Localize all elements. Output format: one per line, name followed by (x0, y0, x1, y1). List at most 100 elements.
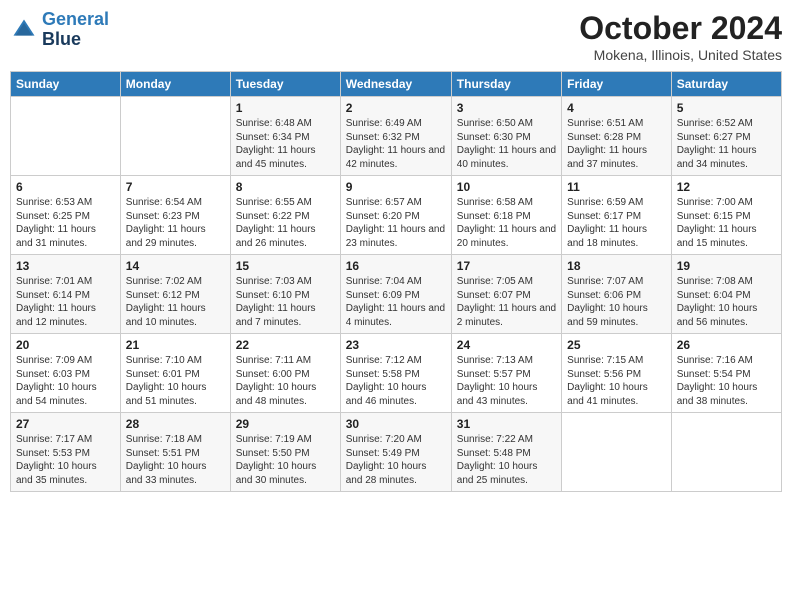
weekday-header-friday: Friday (562, 72, 672, 97)
day-detail: Sunrise: 7:11 AMSunset: 6:00 PMDaylight:… (236, 354, 335, 408)
weekday-header-sunday: Sunday (11, 72, 121, 97)
day-number: 1 (236, 101, 335, 115)
day-number: 19 (677, 259, 776, 273)
day-detail: Sunrise: 6:55 AMSunset: 6:22 PMDaylight:… (236, 196, 335, 250)
calendar-cell: 17 Sunrise: 7:05 AMSunset: 6:07 PMDayligh… (451, 255, 561, 334)
month-title: October 2024 (579, 10, 782, 47)
calendar-cell: 21 Sunrise: 7:10 AMSunset: 6:01 PMDayligh… (120, 334, 230, 413)
day-detail: Sunrise: 7:02 AMSunset: 6:12 PMDaylight:… (126, 275, 225, 329)
day-detail: Sunrise: 7:01 AMSunset: 6:14 PMDaylight:… (16, 275, 115, 329)
day-detail: Sunrise: 6:59 AMSunset: 6:17 PMDaylight:… (567, 196, 666, 250)
day-detail: Sunrise: 6:49 AMSunset: 6:32 PMDaylight:… (346, 117, 446, 171)
calendar-cell (562, 413, 672, 492)
day-detail: Sunrise: 7:00 AMSunset: 6:15 PMDaylight:… (677, 196, 776, 250)
day-number: 27 (16, 417, 115, 431)
day-detail: Sunrise: 7:05 AMSunset: 6:07 PMDaylight:… (457, 275, 556, 329)
calendar-cell: 18Sunrise: 7:07 AMSunset: 6:06 PMDayligh… (562, 255, 672, 334)
logo-text: General Blue (42, 10, 109, 50)
day-number: 14 (126, 259, 225, 273)
day-detail: Sunrise: 7:16 AMSunset: 5:54 PMDaylight:… (677, 354, 776, 408)
day-number: 21 (126, 338, 225, 352)
calendar-cell: 7 Sunrise: 6:54 AMSunset: 6:23 PMDaylight… (120, 176, 230, 255)
day-number: 2 (346, 101, 446, 115)
day-number: 31 (457, 417, 556, 431)
calendar-cell: 3 Sunrise: 6:50 AMSunset: 6:30 PMDaylight… (451, 97, 561, 176)
day-detail: Sunrise: 7:15 AMSunset: 5:56 PMDaylight:… (567, 354, 666, 408)
day-number: 13 (16, 259, 115, 273)
day-detail: Sunrise: 7:04 AMSunset: 6:09 PMDaylight:… (346, 275, 446, 329)
calendar-cell (11, 97, 121, 176)
calendar-table: SundayMondayTuesdayWednesdayThursdayFrid… (10, 71, 782, 492)
calendar-cell: 16 Sunrise: 7:04 AMSunset: 6:09 PMDayligh… (340, 255, 451, 334)
location: Mokena, Illinois, United States (579, 47, 782, 63)
day-number: 4 (567, 101, 666, 115)
day-number: 16 (346, 259, 446, 273)
day-number: 3 (457, 101, 556, 115)
weekday-header-monday: Monday (120, 72, 230, 97)
day-detail: Sunrise: 6:52 AMSunset: 6:27 PMDaylight:… (677, 117, 776, 171)
weekday-header-tuesday: Tuesday (230, 72, 340, 97)
day-number: 23 (346, 338, 446, 352)
calendar-cell: 30Sunrise: 7:20 AMSunset: 5:49 PMDayligh… (340, 413, 451, 492)
day-detail: Sunrise: 7:17 AMSunset: 5:53 PMDaylight:… (16, 433, 115, 487)
day-number: 5 (677, 101, 776, 115)
day-detail: Sunrise: 7:18 AMSunset: 5:51 PMDaylight:… (126, 433, 225, 487)
weekday-header-thursday: Thursday (451, 72, 561, 97)
day-detail: Sunrise: 7:20 AMSunset: 5:49 PMDaylight:… (346, 433, 446, 487)
day-detail: Sunrise: 7:07 AMSunset: 6:06 PMDaylight:… (567, 275, 666, 329)
calendar-cell: 5 Sunrise: 6:52 AMSunset: 6:27 PMDaylight… (671, 97, 781, 176)
calendar-cell: 6 Sunrise: 6:53 AMSunset: 6:25 PMDaylight… (11, 176, 121, 255)
day-detail: Sunrise: 7:03 AMSunset: 6:10 PMDaylight:… (236, 275, 335, 329)
day-detail: Sunrise: 7:19 AMSunset: 5:50 PMDaylight:… (236, 433, 335, 487)
calendar-cell: 31Sunrise: 7:22 AMSunset: 5:48 PMDayligh… (451, 413, 561, 492)
day-detail: Sunrise: 6:54 AMSunset: 6:23 PMDaylight:… (126, 196, 225, 250)
day-detail: Sunrise: 6:51 AMSunset: 6:28 PMDaylight:… (567, 117, 666, 171)
page-header: General Blue October 2024 Mokena, Illino… (10, 10, 782, 63)
calendar-cell: 14 Sunrise: 7:02 AMSunset: 6:12 PMDayligh… (120, 255, 230, 334)
day-number: 17 (457, 259, 556, 273)
day-detail: Sunrise: 7:08 AMSunset: 6:04 PMDaylight:… (677, 275, 776, 329)
day-number: 24 (457, 338, 556, 352)
day-number: 6 (16, 180, 115, 194)
day-detail: Sunrise: 6:48 AMSunset: 6:34 PMDaylight:… (236, 117, 335, 171)
calendar-cell: 22 Sunrise: 7:11 AMSunset: 6:00 PMDayligh… (230, 334, 340, 413)
day-detail: Sunrise: 6:50 AMSunset: 6:30 PMDaylight:… (457, 117, 556, 171)
weekday-header-saturday: Saturday (671, 72, 781, 97)
day-number: 25 (567, 338, 666, 352)
calendar-cell: 24 Sunrise: 7:13 AMSunset: 5:57 PMDayligh… (451, 334, 561, 413)
day-number: 12 (677, 180, 776, 194)
day-detail: Sunrise: 6:53 AMSunset: 6:25 PMDaylight:… (16, 196, 115, 250)
day-detail: Sunrise: 7:10 AMSunset: 6:01 PMDaylight:… (126, 354, 225, 408)
calendar-cell: 11 Sunrise: 6:59 AMSunset: 6:17 PMDayligh… (562, 176, 672, 255)
day-number: 7 (126, 180, 225, 194)
day-number: 22 (236, 338, 335, 352)
calendar-cell: 15Sunrise: 7:03 AMSunset: 6:10 PMDayligh… (230, 255, 340, 334)
calendar-cell (120, 97, 230, 176)
day-detail: Sunrise: 7:13 AMSunset: 5:57 PMDaylight:… (457, 354, 556, 408)
day-detail: Sunrise: 7:09 AMSunset: 6:03 PMDaylight:… (16, 354, 115, 408)
calendar-cell: 28Sunrise: 7:18 AMSunset: 5:51 PMDayligh… (120, 413, 230, 492)
calendar-cell: 10 Sunrise: 6:58 AMSunset: 6:18 PMDayligh… (451, 176, 561, 255)
day-number: 26 (677, 338, 776, 352)
day-number: 29 (236, 417, 335, 431)
calendar-cell: 8Sunrise: 6:55 AMSunset: 6:22 PMDaylight… (230, 176, 340, 255)
day-detail: Sunrise: 6:58 AMSunset: 6:18 PMDaylight:… (457, 196, 556, 250)
calendar-cell: 25 Sunrise: 7:15 AMSunset: 5:56 PMDayligh… (562, 334, 672, 413)
calendar-cell (671, 413, 781, 492)
calendar-cell: 9 Sunrise: 6:57 AMSunset: 6:20 PMDaylight… (340, 176, 451, 255)
weekday-header-wednesday: Wednesday (340, 72, 451, 97)
day-number: 9 (346, 180, 446, 194)
logo-icon (10, 16, 38, 44)
calendar-cell: 26 Sunrise: 7:16 AMSunset: 5:54 PMDayligh… (671, 334, 781, 413)
day-number: 10 (457, 180, 556, 194)
calendar-cell: 27 Sunrise: 7:17 AMSunset: 5:53 PMDayligh… (11, 413, 121, 492)
day-detail: Sunrise: 7:12 AMSunset: 5:58 PMDaylight:… (346, 354, 446, 408)
calendar-cell: 23 Sunrise: 7:12 AMSunset: 5:58 PMDayligh… (340, 334, 451, 413)
day-number: 20 (16, 338, 115, 352)
logo: General Blue (10, 10, 109, 50)
calendar-cell: 4 Sunrise: 6:51 AMSunset: 6:28 PMDaylight… (562, 97, 672, 176)
day-detail: Sunrise: 6:57 AMSunset: 6:20 PMDaylight:… (346, 196, 446, 250)
calendar-cell: 20 Sunrise: 7:09 AMSunset: 6:03 PMDayligh… (11, 334, 121, 413)
calendar-cell: 19 Sunrise: 7:08 AMSunset: 6:04 PMDayligh… (671, 255, 781, 334)
day-number: 11 (567, 180, 666, 194)
